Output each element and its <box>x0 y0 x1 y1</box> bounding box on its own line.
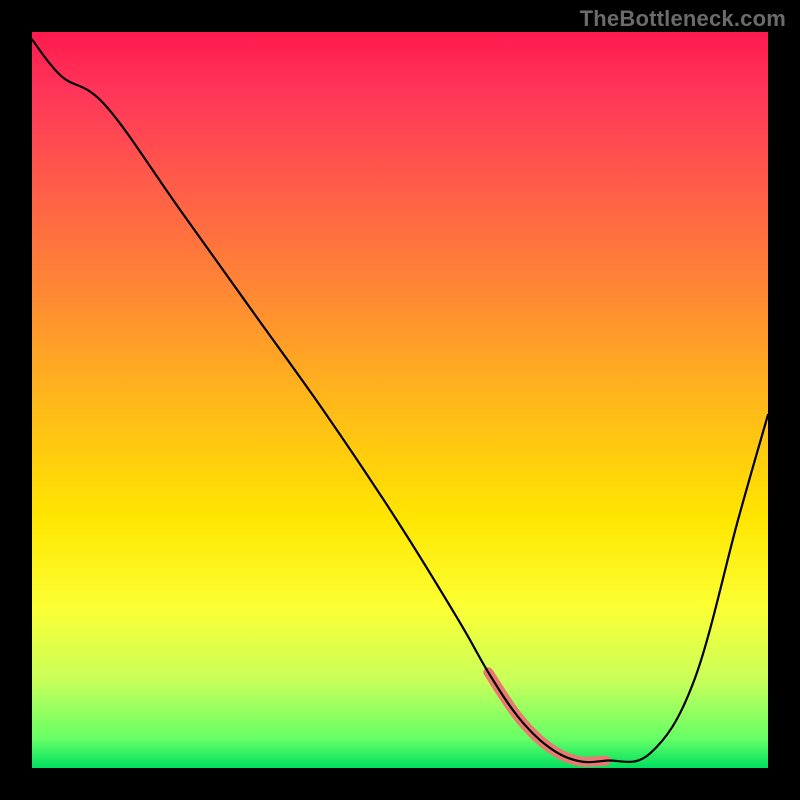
curve-svg <box>32 32 768 768</box>
watermark-text: TheBottleneck.com <box>580 6 786 32</box>
plot-area <box>32 32 768 768</box>
curve-highlight <box>488 672 606 762</box>
chart-canvas: TheBottleneck.com <box>0 0 800 800</box>
curve-line <box>32 39 768 762</box>
